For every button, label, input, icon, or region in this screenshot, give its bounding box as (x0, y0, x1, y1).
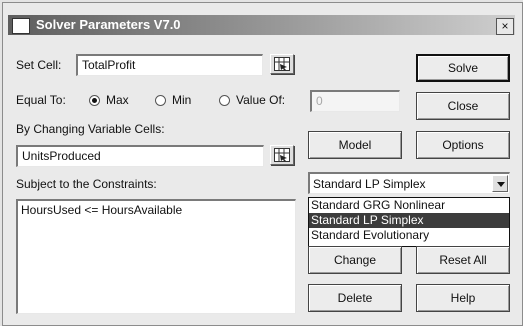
engine-dropdown-list[interactable]: Standard GRG Nonlinear Standard LP Simpl… (308, 197, 510, 247)
options-button[interactable]: Options (416, 131, 510, 159)
value-of-input[interactable]: 0 (310, 90, 400, 112)
constraints-list[interactable]: HoursUsed <= HoursAvailable (16, 199, 296, 314)
help-button[interactable]: Help (416, 284, 510, 312)
cell-reference-icon (274, 148, 290, 162)
window-icon (12, 18, 30, 34)
window-title: Solver Parameters V7.0 (36, 17, 181, 32)
cell-reference-icon (274, 57, 290, 71)
equal-to-label: Equal To: (16, 93, 66, 107)
solve-button[interactable]: Solve (416, 54, 510, 82)
change-button[interactable]: Change (308, 246, 402, 274)
value-of-radio[interactable] (219, 95, 230, 106)
model-button[interactable]: Model (308, 131, 402, 159)
changing-cells-ref-button[interactable] (270, 145, 294, 165)
list-item[interactable]: HoursUsed <= HoursAvailable (21, 203, 292, 217)
engine-select[interactable]: Standard LP Simplex (308, 172, 510, 194)
set-cell-label: Set Cell: (16, 58, 62, 72)
engine-option-grg[interactable]: Standard GRG Nonlinear (309, 198, 509, 213)
chevron-down-icon[interactable] (492, 175, 508, 192)
engine-option-evolutionary[interactable]: Standard Evolutionary (309, 228, 509, 243)
min-radio[interactable] (155, 95, 166, 106)
title-bar: Solver Parameters V7.0 (8, 15, 515, 35)
max-radio-label: Max (106, 93, 129, 107)
set-cell-input[interactable]: TotalProfit (76, 54, 263, 76)
close-window-button[interactable]: × (496, 18, 514, 35)
close-button[interactable]: Close (416, 92, 510, 120)
changing-cells-input[interactable]: UnitsProduced (16, 145, 264, 167)
engine-option-lp-simplex[interactable]: Standard LP Simplex (309, 213, 509, 228)
changing-cells-label: By Changing Variable Cells: (16, 122, 165, 136)
constraints-label: Subject to the Constraints: (16, 177, 157, 191)
min-radio-label: Min (172, 93, 192, 107)
reset-all-button[interactable]: Reset All (416, 246, 510, 274)
delete-button[interactable]: Delete (308, 284, 402, 312)
set-cell-ref-button[interactable] (270, 54, 294, 74)
value-of-radio-label: Value Of: (236, 93, 286, 107)
max-radio[interactable] (89, 95, 100, 106)
engine-selected-value: Standard LP Simplex (313, 177, 426, 191)
